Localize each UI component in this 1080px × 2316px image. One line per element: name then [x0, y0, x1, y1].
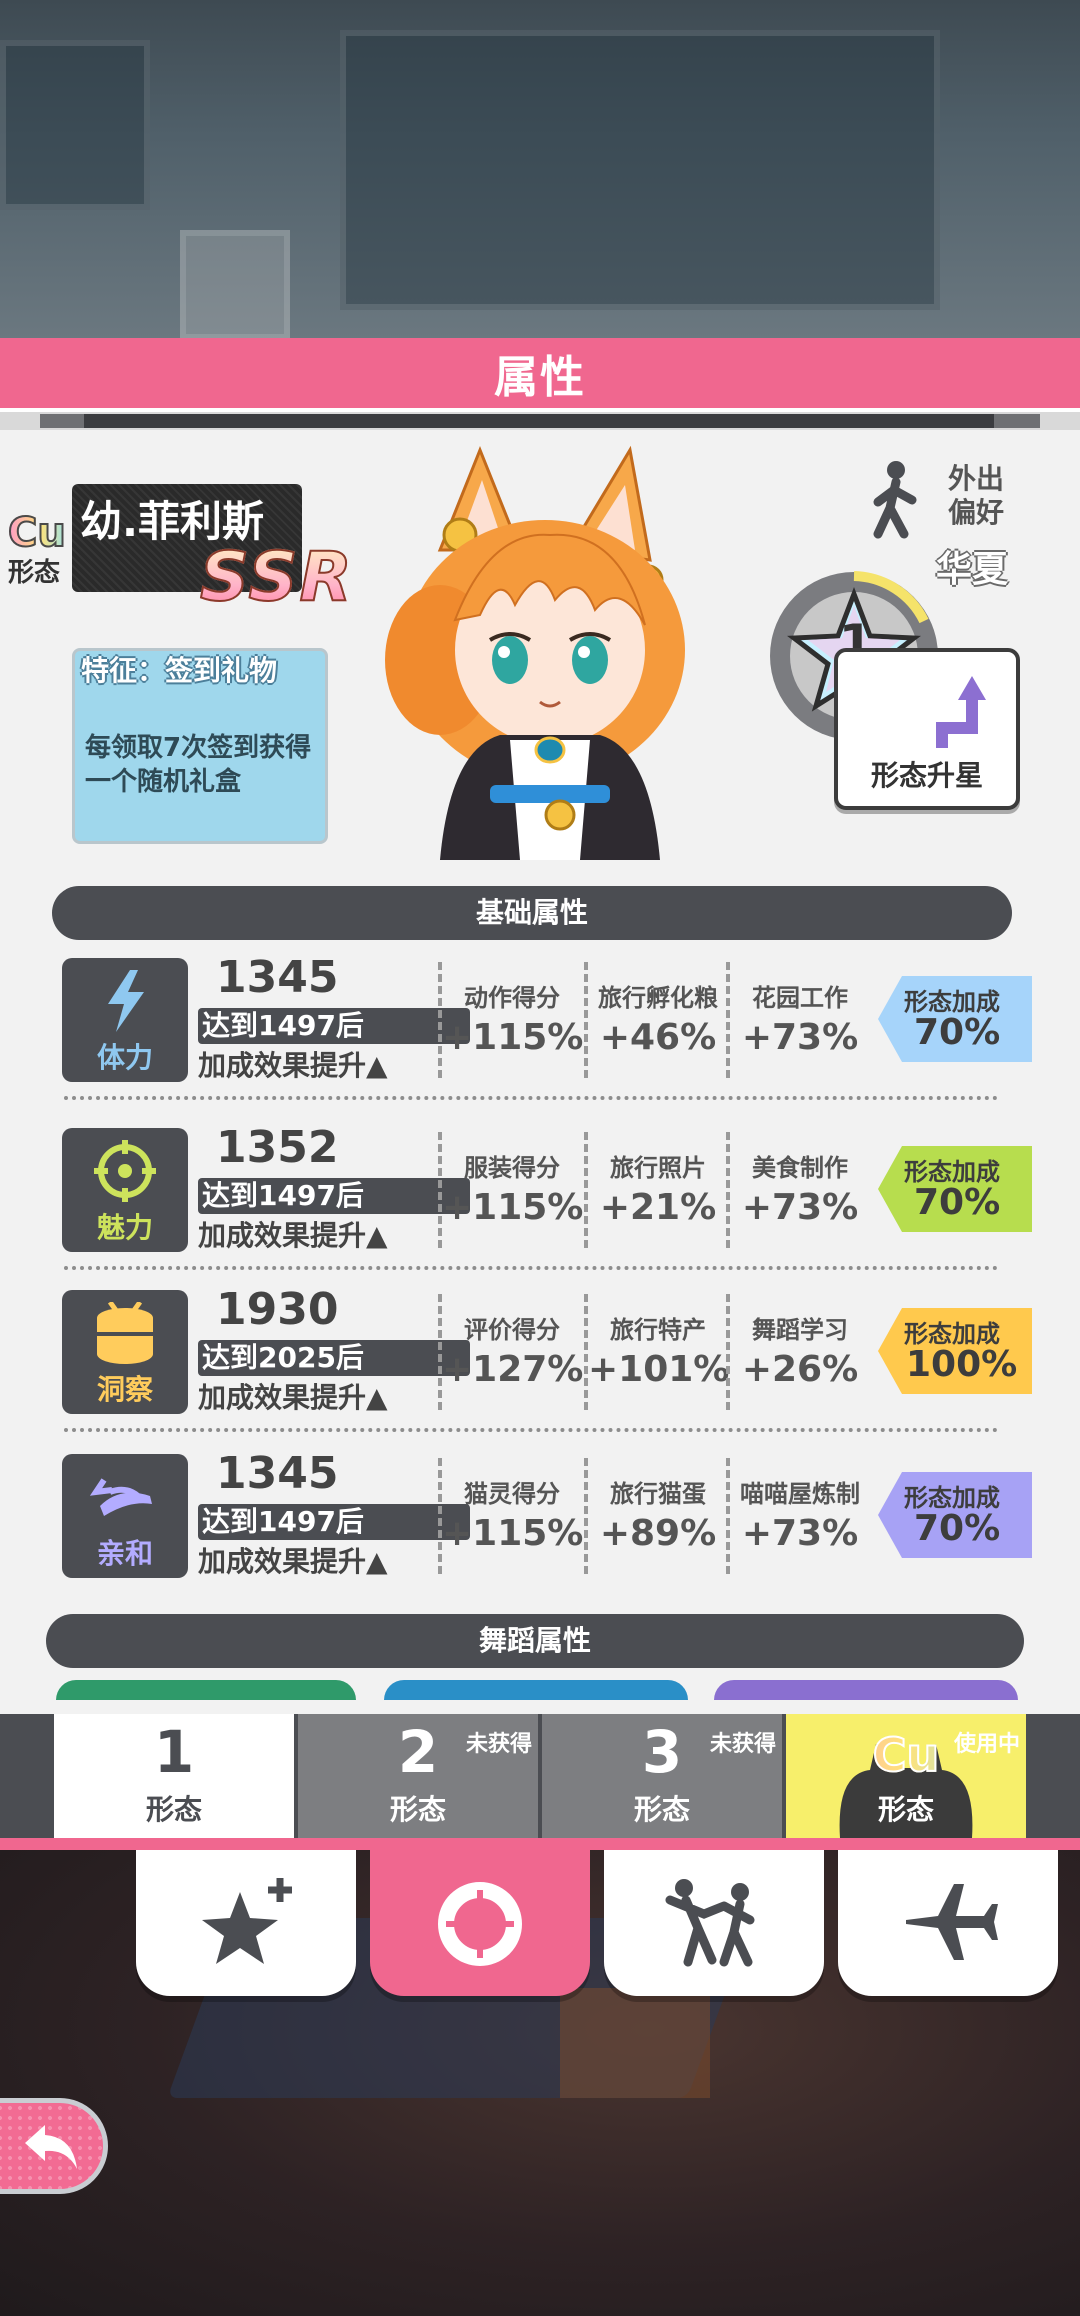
- stat-boost-text: 加成效果提升▲: [198, 1049, 388, 1082]
- sub-stat: 花园工作 +73%: [741, 984, 859, 1058]
- rarity-badge: SSR: [199, 537, 354, 618]
- airplane-icon: [906, 1884, 998, 1960]
- stat-target: 达到1497后: [198, 1504, 470, 1540]
- locked-tag: 未获得: [709, 1732, 776, 1757]
- tab-divider: [0, 1838, 1080, 1850]
- form-label: 形态: [8, 558, 61, 588]
- ring-icon: [438, 1882, 522, 1966]
- page-title: 属性: [494, 352, 586, 403]
- stat-row-affinity: 亲和 1345 达到1497后 加成效果提升▲ 猫灵得分 +115% 旅行猫蛋 +8…: [62, 1448, 1032, 1578]
- stat-row-insight: 洞察 1930 达到2025后 加成效果提升▲ 评价得分 +127% 旅行特产 +1…: [62, 1284, 1032, 1414]
- form-bonus-tag: 形态加成 100%: [878, 1308, 1032, 1394]
- in-use-tag: 使用中: [953, 1732, 1020, 1757]
- walking-person-icon: [873, 461, 917, 539]
- scrollbar-thumb[interactable]: [84, 414, 994, 428]
- sub-stat: 猫灵得分 +115%: [442, 1480, 584, 1554]
- sub-stat: 喵喵屋炼制 +73%: [740, 1480, 860, 1554]
- drum-icon: [97, 1302, 153, 1364]
- horizontal-scrollbar[interactable]: [0, 412, 1080, 430]
- dance-bar-partial: [384, 1680, 688, 1700]
- lightning-icon: [108, 970, 144, 1032]
- stat-boost-text: 加成效果提升▲: [198, 1381, 388, 1414]
- nav-travel-button[interactable]: [838, 1850, 1058, 1996]
- form-tab-bar: 1 形态 2 形态 未获得 3 形态 未获得 Cu 形态 使用中: [0, 1714, 1080, 1838]
- stat-target: 达到1497后: [198, 1178, 470, 1214]
- character-portrait: [385, 445, 685, 860]
- sub-stat: 舞蹈学习 +26%: [741, 1316, 859, 1390]
- dance-bar-partial: [714, 1680, 1018, 1700]
- sub-stat: 评价得分 +127%: [442, 1316, 584, 1390]
- form-tab-2[interactable]: 2 形态 未获得: [298, 1714, 538, 1838]
- feature-title: 特征：签到礼物: [81, 654, 278, 687]
- stat-row-charm: 魅力 1352 达到1497后 加成效果提升▲ 服装得分 +115% 旅行照片 +2…: [62, 1122, 1032, 1252]
- form-bonus-tag: 形态加成 70%: [878, 976, 1032, 1062]
- dance-icon: [665, 1879, 755, 1967]
- basic-attributes-header: 基础属性: [52, 886, 1012, 940]
- form-bonus-tag: 形态加成 70%: [878, 1146, 1032, 1232]
- sub-stat: 服装得分 +115%: [442, 1154, 584, 1228]
- charm-badge: 魅力: [62, 1128, 188, 1252]
- handshake-icon: [90, 1478, 152, 1516]
- crosshair-icon: [94, 1140, 156, 1202]
- stat-boost-text: 加成效果提升▲: [198, 1219, 388, 1252]
- stat-value: 1345: [216, 952, 339, 1003]
- affinity-badge: 亲和: [62, 1454, 188, 1578]
- background-room-top: [0, 0, 1080, 340]
- sub-stat: 美食制作 +73%: [741, 1154, 859, 1228]
- sub-stat: 动作得分 +115%: [442, 984, 584, 1058]
- stat-value: 1345: [216, 1448, 339, 1499]
- page-header: 属性: [0, 338, 1080, 412]
- nav-star-upgrade-button[interactable]: [136, 1850, 356, 1996]
- stat-row-stamina: 体力 1345 达到1497后 加成效果提升▲ 动作得分 +115% 旅行孵化粮 +…: [62, 952, 1032, 1082]
- sub-stat: 旅行照片 +21%: [599, 1154, 717, 1228]
- arrow-up-icon: [936, 676, 986, 748]
- star-plus-icon: [202, 1878, 292, 1964]
- feature-description: 每领取7次签到获得一个随机礼盒: [85, 733, 312, 797]
- insight-badge: 洞察: [62, 1290, 188, 1414]
- back-arrow-icon: [25, 2125, 77, 2169]
- outing-preference-label: 外出 偏好: [948, 462, 1005, 529]
- nav-dance-button[interactable]: [604, 1850, 824, 1996]
- dance-bar-partial: [56, 1680, 356, 1700]
- sub-stat: 旅行特产 +101%: [588, 1316, 730, 1390]
- nav-attributes-button[interactable]: [370, 1850, 590, 1996]
- stat-boost-text: 加成效果提升▲: [198, 1545, 388, 1578]
- stat-value: 1930: [216, 1284, 339, 1335]
- locked-tag: 未获得: [465, 1732, 532, 1757]
- feature-card: 特征：签到礼物 每领取7次签到获得一个随机礼盒: [72, 648, 328, 844]
- cu-label: Cu: [7, 509, 72, 557]
- stat-value: 1352: [216, 1122, 339, 1173]
- stat-target: 达到2025后: [198, 1340, 470, 1376]
- back-button[interactable]: [0, 2098, 108, 2194]
- stamina-badge: 体力: [62, 958, 188, 1082]
- form-type-badge: Cu 形态: [7, 509, 72, 589]
- form-star-upgrade-button[interactable]: 形态升星: [834, 648, 1020, 810]
- form-tab-cu[interactable]: Cu 形态 使用中: [786, 1714, 1026, 1838]
- form-tab-1[interactable]: 1 形态: [54, 1714, 294, 1838]
- dance-attributes-header: 舞蹈属性: [46, 1614, 1024, 1668]
- form-tab-3[interactable]: 3 形态 未获得: [542, 1714, 782, 1838]
- sub-stat: 旅行猫蛋 +89%: [599, 1480, 717, 1554]
- preference-region: 华夏: [936, 549, 1009, 590]
- sub-stat: 旅行孵化粮 +46%: [598, 984, 718, 1058]
- stat-target: 达到1497后: [198, 1008, 470, 1044]
- attribute-panel: Cu 形态 幼.菲利斯 SSR 特征：签到礼物 每领取7次签到获得一个随机礼盒: [0, 430, 1080, 1714]
- form-bonus-tag: 形态加成 70%: [878, 1472, 1032, 1558]
